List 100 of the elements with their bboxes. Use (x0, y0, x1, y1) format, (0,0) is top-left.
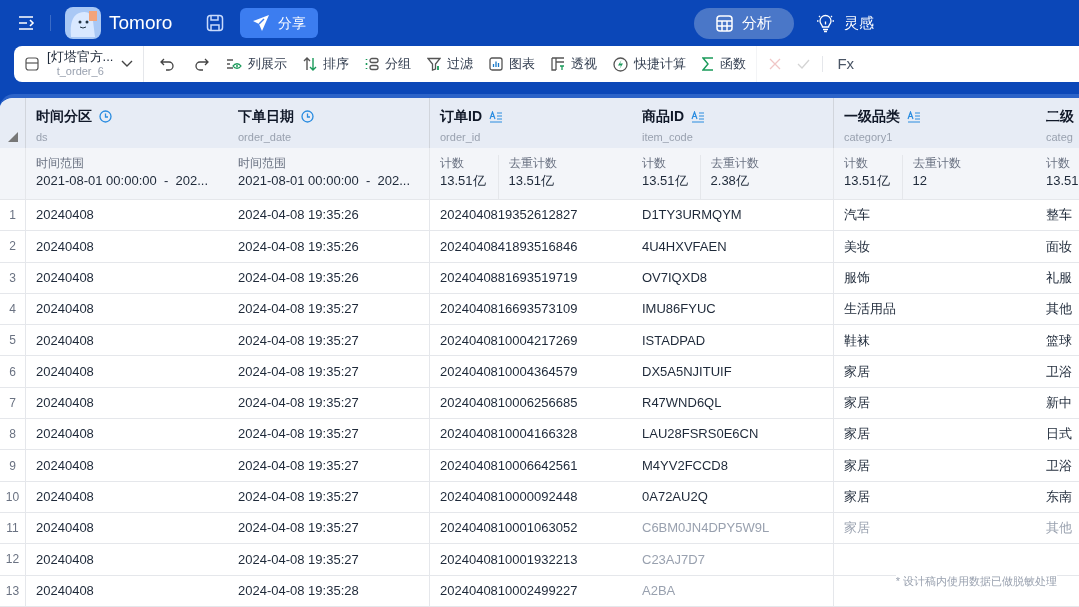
table-cell-text: 家居 (843, 362, 871, 381)
mode-tab[interactable]: 灵感 (794, 7, 897, 39)
table-cell: M4YV2FCCD8 (632, 450, 834, 481)
column-title: 时间分区 (36, 107, 92, 126)
column-header[interactable]: 时间分区 ds (26, 98, 228, 148)
menu-icon[interactable] (18, 15, 36, 31)
table-cell: 2024-04-08 19:35:28 (228, 575, 430, 606)
stat-label: 去重计数 (710, 155, 759, 171)
sort-icon (303, 57, 318, 71)
app-name: Tomoro (109, 10, 173, 35)
table-cell-text: 汽车 (843, 206, 871, 225)
table-cell-text: 服饰 (843, 269, 871, 287)
row-number: 8 (0, 419, 26, 450)
table-cell: 其他 (1036, 512, 1079, 544)
datasource-selector[interactable]: [灯塔官方... t_order_6 (14, 46, 145, 82)
row-number: 7 (0, 387, 26, 419)
stat-label: 去重计数 (508, 155, 557, 171)
row-number: 13 (0, 575, 26, 606)
clock-icon (99, 110, 112, 123)
row-number: 5 (0, 325, 26, 356)
table-cell-text: 20240408 (35, 550, 95, 569)
table-icon (25, 57, 39, 71)
stat-value: 2021-08-01 00:00:00 - 202... (36, 172, 208, 190)
chart-button[interactable]: 图表 (489, 51, 536, 77)
table-cell: 4U4HXVFAEN (632, 231, 834, 262)
table-cell: 2024-04-08 19:35:27 (228, 512, 430, 544)
table-cell-text: 美妆 (843, 237, 871, 256)
table-cell: R47WND6QL (632, 387, 834, 419)
table-cell-text: 20240408 (35, 456, 95, 475)
column-field-name: ds (36, 130, 49, 145)
function-button[interactable]: 函数 (702, 51, 747, 77)
table-cell: 2024-04-08 19:35:26 (228, 231, 430, 262)
datasource-title: [灯塔官方... (47, 50, 114, 64)
column-header[interactable]: 订单ID order_id (430, 98, 632, 148)
share-button[interactable]: 分享 (240, 8, 319, 38)
table-cell: DX5A5NJITUIF (632, 356, 834, 387)
table-cell: 日式 (1036, 419, 1079, 450)
filter-icon (427, 57, 442, 71)
stat-label: 时间范围 (238, 155, 287, 171)
table-cell: A2BA (632, 575, 834, 606)
table-cell: 礼服 (1036, 262, 1079, 293)
mode-tab[interactable]: 分析 (694, 7, 795, 39)
pivot-button[interactable]: 透视 (551, 51, 598, 77)
column-display-button[interactable]: 列展示 (226, 51, 288, 77)
send-icon (252, 14, 271, 32)
table-cell: 0A72AU2Q (632, 481, 834, 512)
table-cell: C6BM0JN4DPY5W9L (632, 512, 834, 544)
table-cell: ISTADPAD (632, 325, 834, 356)
table-cell-text: 2024040810004166328 (439, 425, 579, 444)
column-field-name: category1 (844, 130, 894, 145)
table-cell: LAU28FSRS0E6CN (632, 419, 834, 450)
column-field-name: item_code (642, 130, 694, 145)
stat-label: 计数 (844, 155, 869, 171)
column-title: 一级品类 (844, 107, 900, 126)
row-number: 10 (0, 481, 26, 512)
group-icon (365, 57, 380, 71)
eye-icon (226, 57, 243, 71)
group-button[interactable]: 分组 (365, 51, 412, 77)
table-cell: 卫浴 (1036, 356, 1079, 387)
column-field-name: categ (1046, 130, 1074, 145)
stat-label: 去重计数 (912, 155, 961, 171)
table-cell-text: 2024040810004364579 (439, 362, 579, 381)
column-title: 订单ID (440, 107, 482, 126)
table-cell-text: 2024040810002499227 (439, 581, 579, 600)
formula-label: Fx (837, 53, 855, 74)
clock-icon (301, 110, 314, 123)
table-cell-text: 2024040841893516846 (439, 237, 579, 256)
table-cell-text: 20240408 (35, 581, 95, 600)
row-number: 6 (0, 356, 26, 387)
table-icon (716, 14, 734, 32)
table-cell-text: 20240408 (35, 394, 95, 413)
row-number: 9 (0, 450, 26, 481)
disclaimer-note: * 设计稿内使用数据已做脱敏处理 (895, 572, 1057, 589)
text-type-icon (489, 110, 503, 123)
table-cell-text: 家居 (843, 456, 871, 475)
table-cell: 其他 (1036, 293, 1079, 325)
table-cell: 新中 (1036, 387, 1079, 419)
column-header[interactable]: 一级品类 category1 (834, 98, 1036, 148)
text-type-icon (907, 110, 921, 123)
table-cell: D1TY3URMQYM (632, 200, 834, 231)
table-cell: IMU86FYUC (632, 293, 834, 325)
table-cell-text: 2024040810001932213 (439, 550, 579, 569)
filter-button[interactable]: 过滤 (427, 51, 474, 77)
table-cell-text: 2024040810004217269 (439, 331, 579, 350)
table-cell: OV7IQXD8 (632, 262, 834, 293)
table-cell: 面妆 (1036, 231, 1079, 262)
row-number: 4 (0, 293, 26, 325)
sort-button[interactable]: 排序 (303, 51, 350, 77)
stat-value: 13.51亿 (642, 172, 688, 190)
corner-triangle-icon[interactable] (7, 132, 18, 142)
chevron-down-icon (121, 60, 134, 68)
row-number: 1 (0, 200, 26, 231)
table-cell-text: 20240408 (35, 362, 95, 381)
table-cell: 2024-04-08 19:35:27 (228, 544, 430, 575)
table-cell-text: 20240408 (35, 300, 95, 319)
stat-label: 时间范围 (36, 155, 85, 171)
row-number: 2 (0, 231, 26, 262)
bar-chart-icon (489, 57, 504, 71)
table-cell-text: 家居 (843, 488, 871, 507)
quick-calc-button[interactable]: 快捷计算 (613, 51, 687, 77)
